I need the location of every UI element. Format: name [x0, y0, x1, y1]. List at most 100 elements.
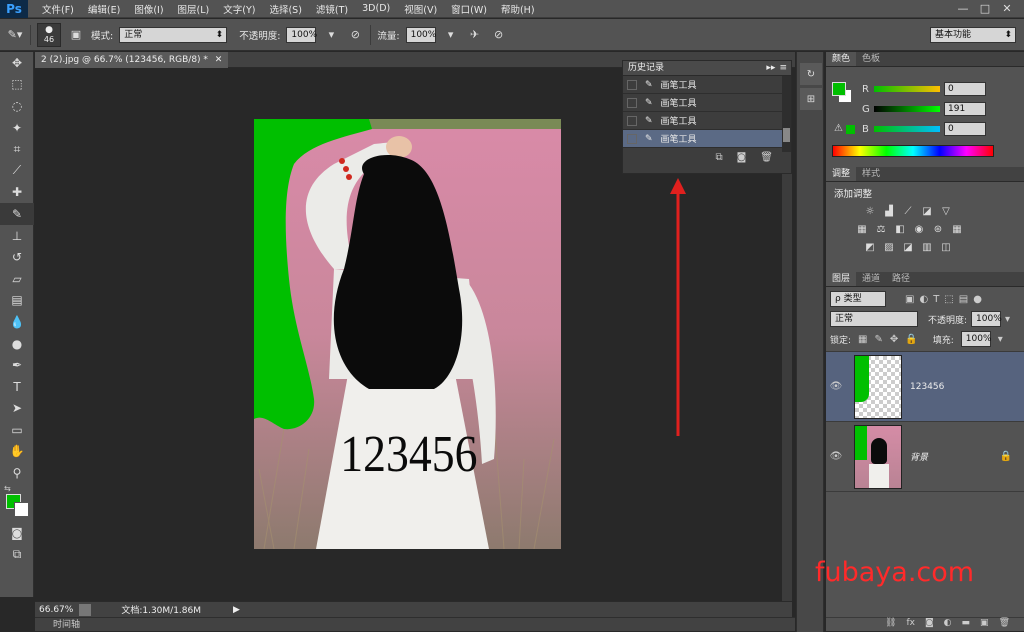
close-tab-icon[interactable]: ✕: [215, 55, 223, 65]
quick-mask-icon[interactable]: ◙: [0, 522, 34, 544]
filter-toggle-icon[interactable]: ●: [973, 294, 982, 305]
eye-icon[interactable]: 👁: [826, 451, 846, 462]
type-tool-icon[interactable]: T: [0, 376, 34, 398]
filter-shape-icon[interactable]: ⬚: [944, 294, 953, 305]
lock-pixels-icon[interactable]: ✎: [875, 334, 883, 345]
lock-all-icon[interactable]: 🔒: [905, 334, 917, 345]
menu-image[interactable]: 图像(I): [134, 2, 163, 16]
color-balance-icon[interactable]: ⚖: [875, 224, 887, 236]
flow-input[interactable]: 100%: [405, 26, 436, 43]
invert-icon[interactable]: ◩: [864, 242, 876, 254]
brush-tool-preset-icon[interactable]: ✎▾: [6, 26, 24, 44]
menu-3d[interactable]: 3D(D): [362, 3, 390, 14]
menu-edit[interactable]: 编辑(E): [88, 2, 120, 16]
filter-adjustment-icon[interactable]: ◐: [919, 294, 928, 305]
history-scrollbar[interactable]: [782, 76, 791, 152]
history-snapshot-checkbox[interactable]: [627, 133, 637, 144]
gamut-warning-icon[interactable]: ⚠: [834, 123, 843, 134]
maximize-button[interactable]: □: [974, 2, 996, 16]
status-info-icon[interactable]: [79, 603, 92, 616]
layer-row-selected[interactable]: 👁 123456: [826, 352, 1024, 422]
gamut-swatch[interactable]: [846, 125, 855, 134]
history-item[interactable]: ✎ 画笔工具: [623, 112, 791, 130]
new-document-from-state-icon[interactable]: ⧉: [715, 152, 722, 163]
filter-pixel-icon[interactable]: ▣: [905, 294, 914, 305]
layer-row[interactable]: 👁 背景 🔒: [826, 422, 1024, 492]
threshold-icon[interactable]: ◪: [902, 242, 914, 254]
new-group-icon[interactable]: ▬: [962, 618, 971, 631]
curves-icon[interactable]: ⟋: [902, 206, 914, 218]
eyedropper-tool-icon[interactable]: ⟋: [0, 160, 34, 182]
layer-opacity-input[interactable]: 100%: [971, 311, 1002, 327]
photo-filter-icon[interactable]: ◉: [913, 224, 925, 236]
rectangle-tool-icon[interactable]: ▭: [0, 419, 34, 441]
marquee-tool-icon[interactable]: ⬚: [0, 74, 34, 96]
menu-select[interactable]: 选择(S): [269, 2, 301, 16]
gradient-tool-icon[interactable]: ▤: [0, 290, 34, 312]
r-value-input[interactable]: 0: [944, 82, 986, 96]
exposure-icon[interactable]: ◪: [921, 206, 933, 218]
fill-input[interactable]: 100%: [960, 331, 992, 347]
tab-layers[interactable]: 图层: [826, 272, 857, 286]
tab-swatches[interactable]: 色板: [856, 52, 886, 66]
camera-snapshot-icon[interactable]: ◙: [737, 152, 747, 163]
screen-mode-icon[interactable]: ⧉: [0, 543, 34, 565]
menu-window[interactable]: 窗口(W): [451, 2, 487, 16]
gradient-map-icon[interactable]: ▥: [921, 242, 933, 254]
color-lookup-icon[interactable]: ▦: [951, 224, 963, 236]
eraser-tool-icon[interactable]: ▱: [0, 268, 34, 290]
minimize-button[interactable]: —: [952, 2, 974, 16]
collapse-panel-icon[interactable]: ▸▸: [766, 61, 775, 76]
vibrance-icon[interactable]: ▽: [940, 206, 952, 218]
hand-tool-icon[interactable]: ✋: [0, 441, 34, 463]
clone-stamp-tool-icon[interactable]: ⊥: [0, 225, 34, 247]
zoom-tool-icon[interactable]: ⚲: [0, 462, 34, 484]
crop-tool-icon[interactable]: ⌗: [0, 138, 34, 160]
opacity-dropdown-icon[interactable]: ▾: [322, 26, 340, 44]
add-mask-icon[interactable]: ◙: [925, 618, 934, 631]
opacity-input[interactable]: 100%: [286, 26, 317, 43]
workspace-select[interactable]: 基本功能 ⬍: [930, 26, 1016, 43]
adjustment-layer-icon[interactable]: ◐: [944, 618, 952, 631]
pen-tool-icon[interactable]: ✒: [0, 354, 34, 376]
tab-channels[interactable]: 通道: [856, 272, 886, 286]
filter-type-icon[interactable]: T: [933, 294, 939, 305]
b-value-input[interactable]: 0: [944, 122, 986, 136]
b-slider[interactable]: [874, 126, 940, 132]
posterize-icon[interactable]: ▨: [883, 242, 895, 254]
tab-color[interactable]: 颜色: [826, 52, 857, 66]
tab-adjustments[interactable]: 调整: [826, 167, 857, 181]
layer-name[interactable]: 123456: [910, 382, 944, 392]
link-layers-icon[interactable]: ⛓: [885, 618, 896, 631]
levels-icon[interactable]: ▟: [883, 206, 895, 218]
document-tab[interactable]: 2 (2).jpg @ 66.7% (123456, RGB/8) * ✕: [35, 52, 229, 68]
brush-size-picker[interactable]: ● 46: [37, 22, 61, 47]
hue-saturation-icon[interactable]: ▦: [856, 224, 868, 236]
filter-smart-object-icon[interactable]: ▤: [959, 294, 968, 305]
fill-dropdown-icon[interactable]: ▾: [998, 334, 1003, 345]
history-snapshot-checkbox[interactable]: [627, 97, 637, 108]
lock-position-icon[interactable]: ✥: [890, 334, 898, 345]
black-white-icon[interactable]: ◧: [894, 224, 906, 236]
layer-name[interactable]: 背景: [910, 450, 928, 463]
channel-mixer-icon[interactable]: ⊛: [932, 224, 944, 236]
color-panel-foreground-swatch[interactable]: [832, 82, 846, 96]
layer-opacity-dropdown-icon[interactable]: ▾: [1005, 314, 1010, 325]
timeline-panel[interactable]: 时间轴: [35, 617, 795, 631]
spectrum-ramp[interactable]: [832, 145, 994, 157]
menu-view[interactable]: 视图(V): [404, 2, 437, 16]
menu-file[interactable]: 文件(F): [42, 2, 74, 16]
background-color-swatch[interactable]: [14, 501, 29, 517]
history-brush-tool-icon[interactable]: ↺: [0, 246, 34, 268]
menu-filter[interactable]: 滤镜(T): [316, 2, 348, 16]
pressure-opacity-icon[interactable]: ⊘: [346, 26, 364, 44]
zoom-level[interactable]: 66.67%: [35, 605, 79, 615]
airbrush-icon[interactable]: ✈: [466, 26, 484, 44]
status-menu-arrow-icon[interactable]: ▶: [233, 605, 240, 615]
properties-dock-icon[interactable]: ⊞: [800, 88, 822, 110]
selective-color-icon[interactable]: ◫: [940, 242, 952, 254]
blend-mode-select[interactable]: 正常: [830, 311, 918, 327]
flow-dropdown-icon[interactable]: ▾: [442, 26, 460, 44]
layer-filter-select[interactable]: ρ 类型: [830, 291, 886, 307]
delete-layer-icon[interactable]: 🗑: [999, 618, 1010, 631]
